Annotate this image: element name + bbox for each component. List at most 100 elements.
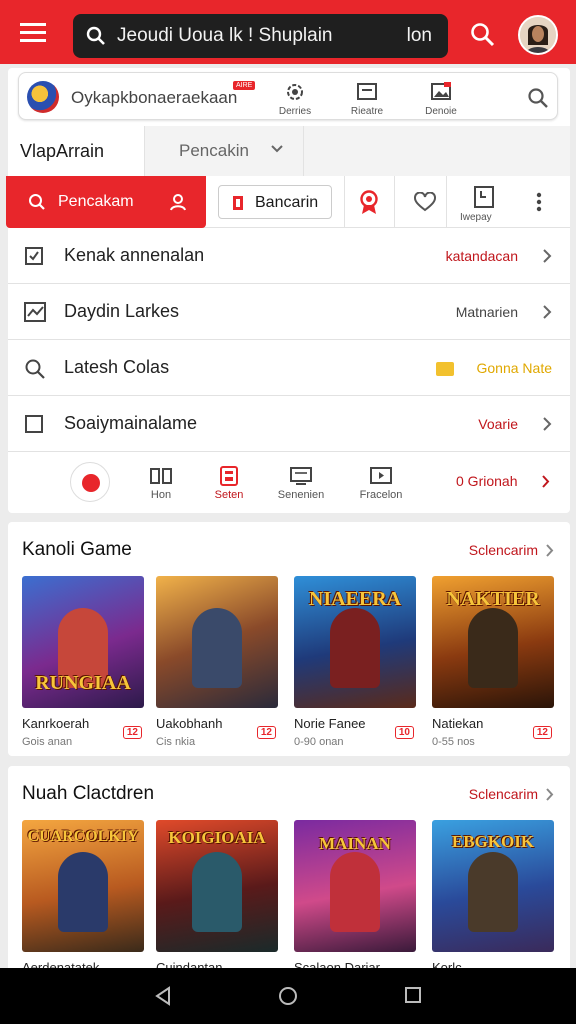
game-card[interactable]: CUARCOLKIY Aerdenatatek <box>22 820 144 975</box>
chevron-right-icon <box>542 304 552 320</box>
game-art-title: MAINAN <box>319 834 391 853</box>
list-item-value: Voarie <box>478 416 518 432</box>
nav-item-fracelon[interactable]: Fracelon <box>346 466 416 501</box>
back-icon[interactable] <box>154 986 172 1006</box>
search-input[interactable]: Jeoudi Uoua lk ! Shuplain lon <box>73 14 448 58</box>
calculator-icon <box>220 466 238 486</box>
list-item-value: Gonna Nate <box>476 360 553 376</box>
chevron-right-icon <box>542 248 552 264</box>
tab-pencakin[interactable]: Pencakin <box>144 126 304 176</box>
game-card[interactable]: Uakobhanh Cis nkia 12 <box>156 576 278 748</box>
list-item-label: Latesh Colas <box>64 357 170 377</box>
main-panel: Oykapkbonaeraekaan AIRE Derries Rieatre … <box>6 68 570 513</box>
more-vert-icon[interactable] <box>536 192 542 212</box>
heart-icon[interactable] <box>414 192 436 212</box>
game-card[interactable]: RUNGIAA Kanrkoerah Gois anan 12 <box>22 576 144 748</box>
inner-nav-bar: Hon Seten Senenien Fracelon 0 Grionah <box>8 454 570 512</box>
image-icon <box>431 82 451 100</box>
recents-icon[interactable] <box>404 986 422 1004</box>
age-badge: 12 <box>532 726 552 739</box>
subbar-item-rieatre[interactable]: Rieatre <box>337 79 397 117</box>
nav-item-seten[interactable]: Seten <box>194 466 264 501</box>
see-all-link[interactable]: Sclencarim <box>469 542 538 558</box>
game-art-title: EBGKOIK <box>451 832 535 851</box>
game-section: Kanoli Game Sclencarim RUNGIAA Kanrkoera… <box>8 522 570 756</box>
game-name: Kanrkoerah <box>22 716 90 731</box>
list-item-value: Matnarien <box>455 304 518 320</box>
subbar-item-derries[interactable]: Derries <box>265 79 325 117</box>
sub-header-title: Oykapkbonaeraekaan <box>71 88 238 107</box>
sub-header-bar: Oykapkbonaeraekaan AIRE Derries Rieatre … <box>18 72 558 120</box>
nav-item-hon[interactable]: Hon <box>126 466 196 501</box>
primary-action-label: Pencakam <box>58 193 134 210</box>
game-name: Norie Fanee <box>294 716 366 731</box>
system-nav-bar <box>0 968 576 1024</box>
folder-icon <box>436 362 454 376</box>
primary-action-button[interactable]: Pencakam <box>6 176 206 228</box>
avatar[interactable] <box>518 15 558 55</box>
book-icon <box>150 468 172 484</box>
age-badge: 12 <box>256 726 276 739</box>
game-card[interactable]: KOIGIOAIA Cuindantan <box>156 820 278 975</box>
list-item-label: Kenak annenalan <box>64 245 205 265</box>
game-art-title: KOIGIOAIA <box>168 828 266 847</box>
calendar-label: Iwepay <box>460 212 492 223</box>
tab-label: Pencakin <box>179 141 249 160</box>
chevron-right-icon <box>546 788 554 801</box>
tab-active[interactable]: VlapArrain <box>8 126 144 176</box>
subbar-item-label: Denoie <box>425 106 457 117</box>
divider <box>394 176 395 228</box>
tab-bar: VlapArrain Pencakin <box>8 126 570 176</box>
list-item[interactable]: Daydin Larkes Matnarien <box>8 284 570 340</box>
chevron-right-icon <box>542 475 550 488</box>
game-name: Uakobhanh <box>156 716 223 731</box>
menu-icon[interactable] <box>20 22 48 44</box>
game-card[interactable]: NIAEERA Norie Fanee 0-90 onan 10 <box>294 576 416 748</box>
home-circle-button[interactable] <box>70 462 110 502</box>
list-item[interactable]: Soaiymainalame Voarie <box>8 396 570 452</box>
app-logo[interactable] <box>27 81 59 113</box>
nav-more-link[interactable]: 0 Grionah <box>456 473 517 489</box>
list-item-value: katandacan <box>445 248 518 264</box>
bookmark-icon <box>232 195 244 211</box>
home-icon[interactable] <box>278 986 298 1006</box>
age-badge: 10 <box>394 726 414 739</box>
nav-item-senenien[interactable]: Senenien <box>266 466 336 501</box>
list-item-label: Daydin Larkes <box>64 301 180 321</box>
game-thumbnail: RUNGIAA <box>22 576 144 708</box>
game-thumbnail: MAINAN <box>294 820 416 952</box>
chevron-right-icon <box>546 544 554 557</box>
game-thumbnail: EBGKOIK <box>432 820 554 952</box>
game-card[interactable]: MAINAN Scalaon Dariar <box>294 820 416 975</box>
calendar-icon[interactable] <box>474 186 494 208</box>
section-title: Kanoli Game <box>22 539 132 560</box>
nav-item-label: Fracelon <box>359 489 403 501</box>
nav-item-label: Seten <box>214 489 244 501</box>
user-icon <box>170 193 186 211</box>
see-all-link[interactable]: Sclencarim <box>469 786 538 802</box>
subbar-item-label: Derries <box>278 106 312 117</box>
search-icon[interactable] <box>527 87 549 109</box>
game-card[interactable]: NAKTIER Natiekan 0-55 nos 12 <box>432 576 554 748</box>
game-meta: 0-90 onan <box>294 736 344 748</box>
list-item-label: Soaiymainalame <box>64 413 198 433</box>
chevron-down-icon <box>271 144 283 154</box>
subbar-item-denoie[interactable]: Denoie <box>411 79 471 117</box>
game-thumbnail: CUARCOLKIY <box>22 820 144 952</box>
game-art-title: NAKTIER <box>446 588 540 610</box>
game-art-title: CUARCOLKIY <box>27 828 139 845</box>
gear-icon <box>287 84 303 100</box>
search-icon[interactable] <box>470 22 496 48</box>
square-icon <box>24 414 44 434</box>
game-card[interactable]: EBGKOIK Korlc <box>432 820 554 975</box>
divider <box>344 176 345 228</box>
subbar-item-label: Rieatre <box>350 106 384 117</box>
record-icon <box>82 474 100 492</box>
game-meta: Cis nkia <box>156 736 196 748</box>
search-query: Jeoudi Uoua lk ! Shuplain <box>117 25 333 46</box>
game-art-title: RUNGIAA <box>35 672 131 694</box>
award-icon[interactable] <box>358 190 380 216</box>
list-item[interactable]: Latesh Colas Gonna Nate <box>8 340 570 396</box>
list-item[interactable]: Kenak annenalan katandacan <box>8 228 570 284</box>
secondary-action-button[interactable]: Bancarin <box>218 185 332 219</box>
